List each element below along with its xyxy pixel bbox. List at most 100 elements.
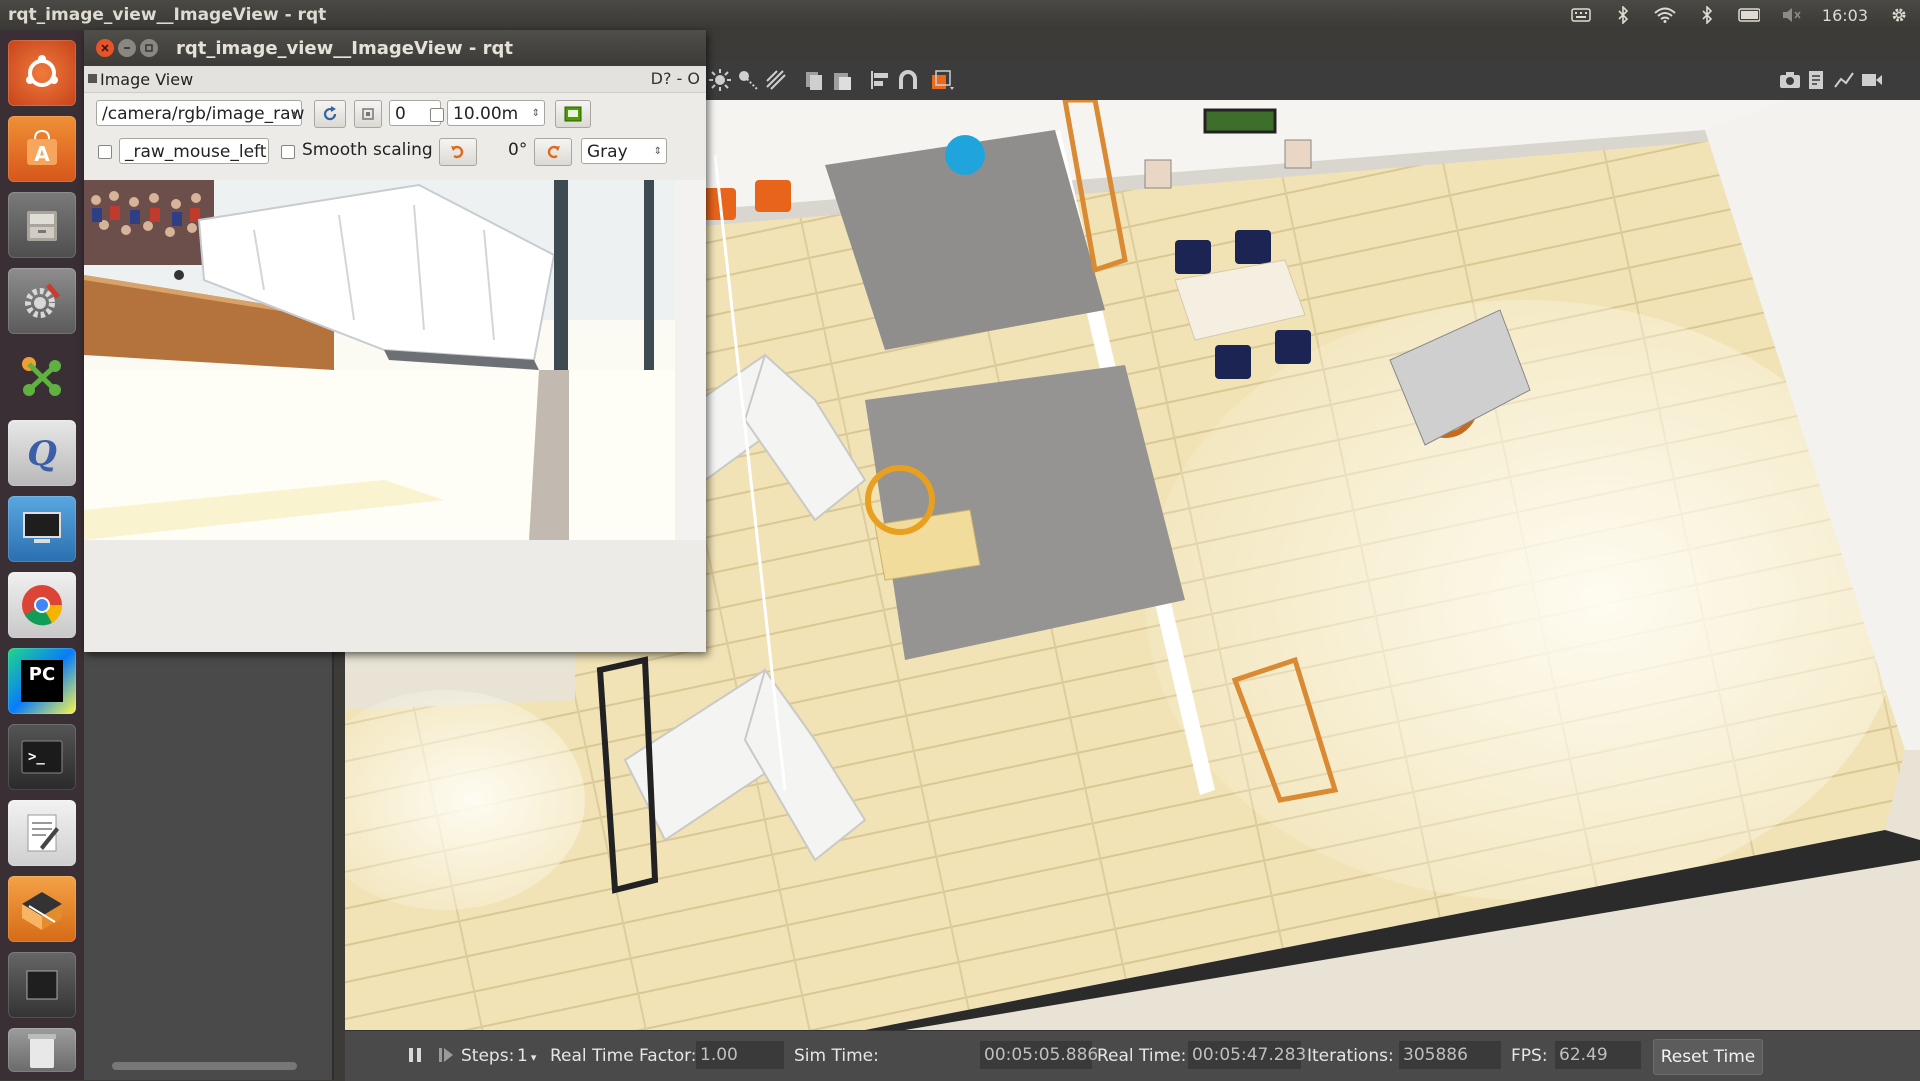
close-icon[interactable] — [96, 39, 114, 57]
active-window-title: rqt_image_view__ImageView - rqt — [8, 5, 327, 25]
dock-handle-icon — [88, 74, 97, 83]
refresh-button[interactable] — [314, 100, 346, 128]
rqt-window-title: rqt_image_view__ImageView - rqt — [176, 38, 513, 59]
paste-icon[interactable] — [830, 68, 854, 92]
horizontal-scrollbar[interactable] — [112, 1062, 297, 1070]
pycharm-icon[interactable]: PC — [8, 648, 76, 714]
gitkraken-icon[interactable] — [8, 344, 76, 410]
directional-light-icon[interactable] — [764, 68, 788, 92]
rtf-label: Real Time Factor: — [550, 1046, 697, 1066]
chrome-icon[interactable] — [8, 572, 76, 638]
chevron-updown-icon: ⇕ — [653, 146, 662, 157]
copy-icon[interactable] — [802, 68, 826, 92]
pause-button[interactable] — [407, 1046, 423, 1069]
ubuntu-dash-icon[interactable] — [8, 40, 76, 106]
real-time-label: Real Time: — [1097, 1046, 1187, 1066]
log-icon[interactable] — [1804, 68, 1828, 92]
clock[interactable]: 16:03 — [1822, 6, 1868, 25]
keyboard-icon[interactable] — [1570, 6, 1592, 24]
topic-value: /camera/rgb/image_raw — [102, 104, 305, 124]
mouse-topic-value: _raw_mouse_left — [125, 142, 267, 162]
steps-value[interactable]: 1 ▾ — [517, 1046, 536, 1066]
zoom-icon — [362, 108, 374, 120]
qtcreator-icon[interactable]: Q — [8, 420, 76, 486]
steps-label: Steps: — [461, 1046, 515, 1066]
svg-text:A: A — [34, 142, 50, 166]
rtf-value: 1.00 — [696, 1041, 784, 1069]
plot-icon[interactable] — [1832, 68, 1856, 92]
system-tray: 16:03 — [1570, 0, 1910, 30]
mouse-topic-input[interactable]: _raw_mouse_left — [119, 138, 269, 164]
topic-combo[interactable]: /camera/rgb/image_raw ▴ — [96, 100, 305, 126]
chevron-down-icon: ▾ — [530, 1051, 537, 1064]
gazebo-icon[interactable] — [8, 876, 76, 942]
sim-time-label: Sim Time: — [794, 1046, 879, 1066]
save-icon — [564, 106, 582, 122]
battery-icon[interactable] — [1738, 6, 1760, 24]
camera-image — [84, 180, 675, 540]
reset-time-button[interactable]: Reset Time — [1653, 1039, 1763, 1075]
screenshot-icon[interactable] — [1778, 68, 1802, 92]
maximize-icon[interactable] — [140, 39, 158, 57]
rotate-ccw-icon — [451, 145, 464, 159]
snap-icon[interactable] — [896, 68, 920, 92]
max-range-checkbox[interactable] — [430, 108, 444, 122]
software-center-icon[interactable]: A — [8, 116, 76, 182]
gazebo-toolbar — [690, 60, 1920, 101]
rotation-value: 0° — [508, 140, 528, 160]
gazebo-status-bar: Steps: 1 ▾ Real Time Factor: 1.00 Sim Tim… — [345, 1030, 1920, 1081]
zoom-button[interactable] — [354, 100, 382, 128]
volume-icon[interactable] — [1780, 6, 1802, 24]
system-settings-icon[interactable] — [8, 268, 76, 334]
refresh-icon — [323, 106, 337, 121]
fps-value: 62.49 — [1555, 1041, 1641, 1069]
minimize-icon[interactable] — [118, 39, 136, 57]
smooth-scaling-checkbox[interactable] — [281, 145, 295, 159]
rqt-bottom-area — [84, 540, 706, 652]
workspace-switcher-icon[interactable] — [8, 952, 76, 1018]
iterations-value: 305886 — [1399, 1041, 1501, 1069]
trash-icon[interactable] — [8, 1028, 76, 1072]
rqt-image-view-window: rqt_image_view__ImageView - rqt Image Vi… — [84, 30, 706, 652]
rotate-left-button[interactable] — [439, 138, 477, 166]
top-panel: rqt_image_view__ImageView - rqt 16:03 — [0, 0, 1920, 30]
remote-desktop-icon[interactable] — [8, 496, 76, 562]
record-icon[interactable] — [930, 68, 954, 92]
bluetooth-icon[interactable] — [1612, 6, 1634, 24]
chevron-updown-icon: ▴ — [291, 108, 297, 119]
step-button[interactable] — [438, 1046, 454, 1069]
sun-icon[interactable] — [708, 68, 732, 92]
gear-icon[interactable] — [1888, 6, 1910, 24]
launcher: A Q PC >_ — [0, 30, 84, 1080]
steps-value-text: 1 — [517, 1046, 528, 1066]
wifi-icon[interactable] — [1654, 6, 1676, 24]
spot-light-icon[interactable] — [736, 68, 760, 92]
align-icon[interactable] — [868, 68, 892, 92]
max-range-input[interactable]: 10.00m ⇕ — [447, 100, 545, 126]
save-image-button[interactable] — [555, 100, 591, 128]
real-time-value: 00:05:47.283 — [1188, 1041, 1306, 1069]
rqt-title-bar[interactable]: rqt_image_view__ImageView - rqt — [84, 30, 706, 66]
color-scheme-combo[interactable]: Gray ⇕ — [581, 138, 667, 164]
svg-text:>_: >_ — [28, 749, 45, 765]
dock-title-label: Image View — [100, 70, 194, 89]
bluetooth-icon[interactable] — [1696, 6, 1718, 24]
files-icon[interactable] — [8, 192, 76, 258]
rotate-cw-icon — [547, 145, 560, 159]
mouse-publish-checkbox[interactable] — [98, 145, 112, 159]
text-editor-icon[interactable] — [8, 800, 76, 866]
dock-controls[interactable]: D? - O — [651, 69, 700, 88]
sim-time-value: 00:05:05.886 — [980, 1041, 1098, 1069]
image-view-dock-title: Image View D? - O — [84, 66, 706, 93]
terminal-icon[interactable]: >_ — [8, 724, 76, 790]
rotate-right-button[interactable] — [534, 138, 572, 166]
color-scheme-value: Gray — [587, 142, 628, 162]
fps-label: FPS: — [1511, 1046, 1548, 1066]
dock-controls-text: D? - O — [650, 69, 700, 88]
image-area[interactable] — [84, 180, 706, 540]
video-icon[interactable] — [1860, 68, 1884, 92]
pycharm-label: PC — [21, 660, 63, 702]
spin-value: 0 — [395, 104, 406, 124]
iterations-label: Iterations: — [1307, 1046, 1394, 1066]
max-range-value: 10.00m — [453, 104, 519, 124]
